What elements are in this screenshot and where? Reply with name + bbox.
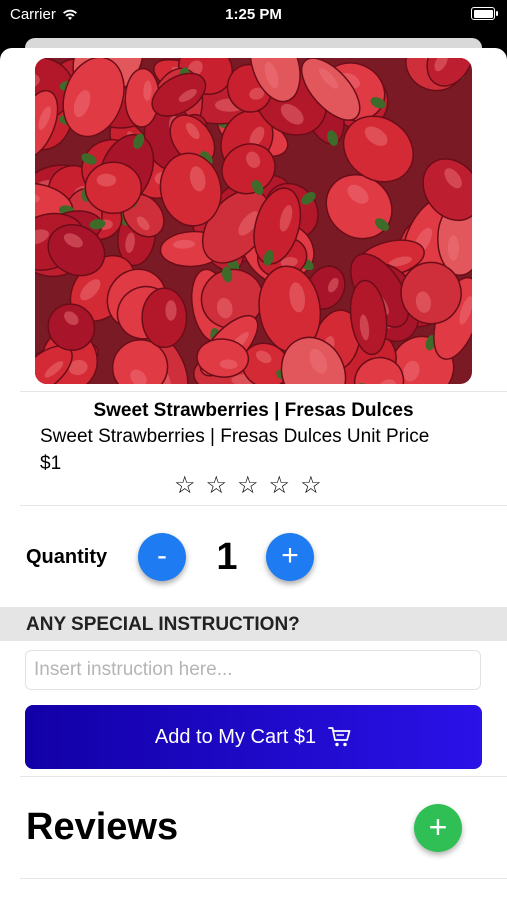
divider <box>20 391 507 392</box>
reviews-title: Reviews <box>26 806 179 848</box>
product-price: $1 <box>40 453 62 474</box>
add-to-cart-label: Add to My Cart $1 <box>154 725 317 748</box>
status-time: 1:25 PM <box>225 6 282 23</box>
divider <box>20 776 507 777</box>
product-subtitle: Sweet Strawberries | Fresas Dulces Unit … <box>40 426 430 447</box>
cart-icon <box>328 727 351 747</box>
product-image[interactable] <box>35 58 472 384</box>
add-review-button[interactable]: + <box>414 804 462 852</box>
product-title: Sweet Strawberries | Fresas Dulces <box>93 400 414 421</box>
battery-icon <box>471 7 498 20</box>
star-icon[interactable]: ☆ <box>174 474 196 498</box>
divider <box>20 878 507 879</box>
increase-quantity-button[interactable]: + <box>266 533 314 581</box>
quantity-value: 1 <box>216 536 238 578</box>
product-sheet: Sweet Strawberries | Fresas Dulces Sweet… <box>0 48 507 900</box>
status-bar: Carrier 1:25 PM <box>0 0 507 30</box>
instruction-header-label: ANY SPECIAL INSTRUCTION? <box>26 614 300 635</box>
instruction-input[interactable] <box>25 650 481 690</box>
quantity-label: Quantity <box>26 546 108 568</box>
rating-stars[interactable]: ☆ ☆ ☆ ☆ ☆ <box>174 474 322 498</box>
add-to-cart-button[interactable]: Add to My Cart $1 <box>25 705 482 769</box>
strawberries-image <box>35 58 472 384</box>
decrease-quantity-button[interactable]: - <box>138 533 186 581</box>
instruction-header: ANY SPECIAL INSTRUCTION? <box>0 607 507 641</box>
star-icon[interactable]: ☆ <box>269 474 291 498</box>
star-icon[interactable]: ☆ <box>237 474 259 498</box>
star-icon[interactable]: ☆ <box>300 474 322 498</box>
divider <box>20 505 507 506</box>
star-icon[interactable]: ☆ <box>206 474 228 498</box>
